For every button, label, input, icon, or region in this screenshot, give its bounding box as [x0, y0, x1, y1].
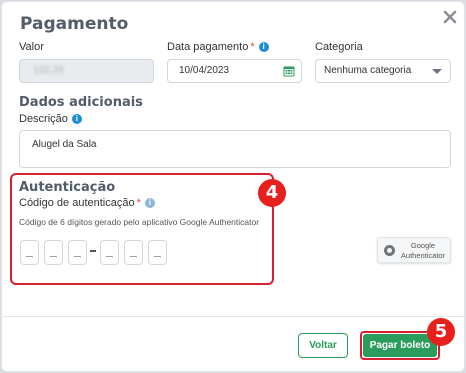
google-authenticator-button[interactable]: Google Authenticator — [377, 237, 451, 263]
autenticacao-title: Autenticação — [19, 180, 116, 195]
step-badge-4: 4 — [258, 179, 286, 207]
info-icon[interactable]: i — [144, 198, 155, 208]
code-digit-input[interactable] — [44, 240, 63, 265]
code-digit-input[interactable] — [124, 240, 143, 265]
footer-divider — [0, 316, 464, 317]
close-icon[interactable] — [442, 9, 458, 25]
step-badge-5: 5 — [427, 318, 455, 346]
codigo-label: Código de autenticação * i — [19, 197, 155, 209]
modal-title: Pagamento — [20, 14, 129, 34]
dados-adicionais-title: Dados adicionais — [19, 95, 143, 110]
codigo-text: Código de autenticação — [19, 197, 135, 209]
code-digit-input[interactable] — [100, 240, 119, 265]
codigo-hint: Código de 6 dígitos gerado pelo aplicati… — [19, 217, 260, 227]
voltar-button[interactable]: Voltar — [298, 333, 348, 358]
google-authenticator-label: Google Authenticator — [396, 241, 450, 261]
google-label-line2: Authenticator — [400, 251, 446, 260]
valor-value: 132,29 — [33, 65, 64, 76]
required-marker: * — [136, 197, 141, 209]
categoria-value: Nenhuma categoria — [324, 65, 412, 76]
descricao-text: Descrição — [19, 113, 68, 125]
code-digit-input[interactable] — [68, 240, 87, 265]
data-pagamento-value: 10/04/2023 — [179, 65, 230, 76]
valor-field: 132,29 — [19, 59, 154, 83]
chevron-down-icon — [432, 69, 442, 74]
valor-label: Valor — [19, 41, 44, 53]
pagar-boleto-button[interactable]: Pagar boleto — [363, 334, 437, 357]
info-icon[interactable]: i — [71, 114, 82, 124]
code-digit-input[interactable] — [148, 240, 167, 265]
descricao-label: Descrição i — [19, 113, 82, 125]
descricao-value: Alugel da Sala — [32, 139, 97, 150]
descricao-textarea[interactable]: Alugel da Sala — [19, 130, 451, 168]
categoria-label: Categoria — [315, 41, 363, 53]
data-pagamento-label: Data pagamento * i — [167, 41, 269, 53]
required-marker: * — [250, 41, 255, 53]
calendar-icon[interactable] — [283, 65, 295, 77]
categoria-select[interactable]: Nenhuma categoria — [315, 59, 451, 83]
google-authenticator-icon — [384, 245, 395, 256]
code-digit-input[interactable] — [20, 240, 39, 265]
data-pagamento-field[interactable]: 10/04/2023 — [167, 59, 302, 83]
data-pagamento-text: Data pagamento — [167, 41, 249, 53]
code-separator — [90, 250, 96, 252]
google-label-line1: Google — [410, 241, 436, 250]
info-icon[interactable]: i — [258, 42, 269, 52]
